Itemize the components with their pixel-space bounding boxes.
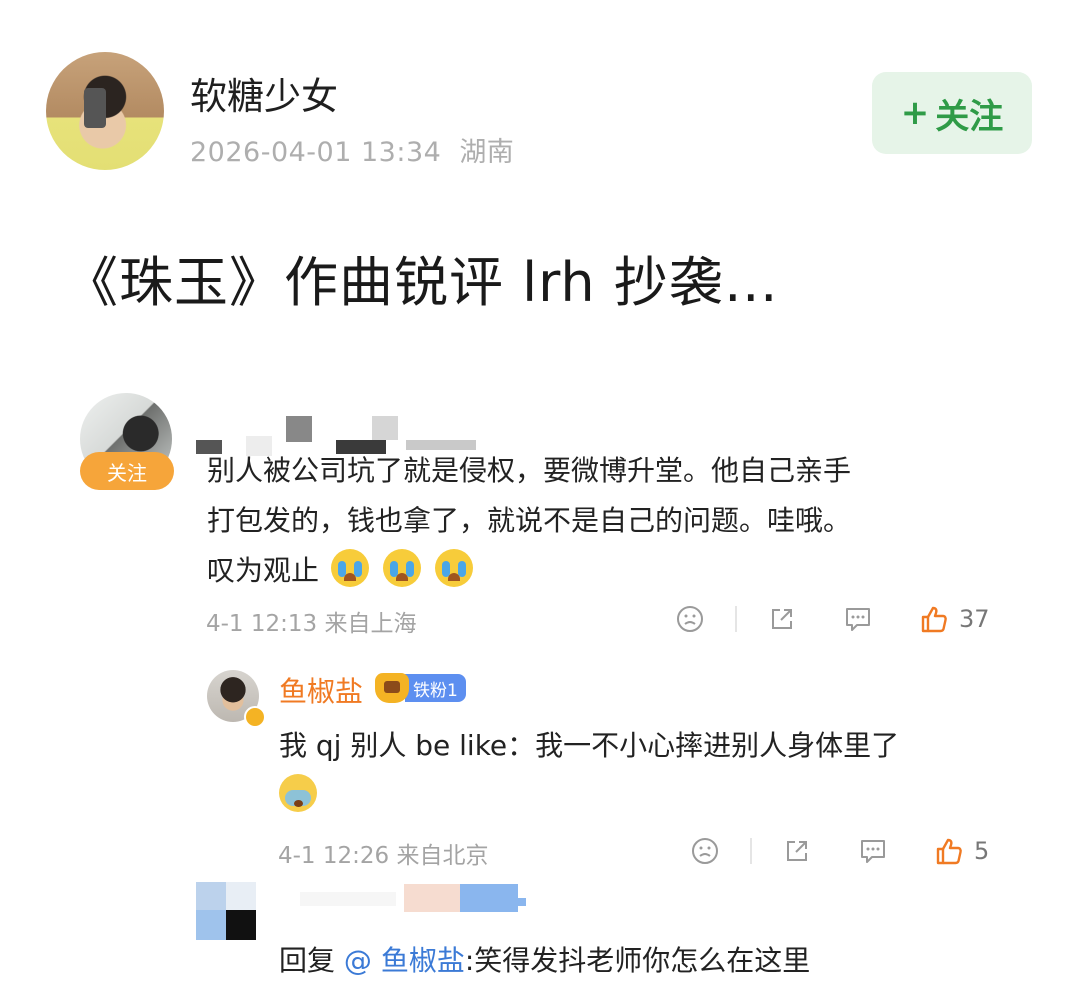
comment-meta: 4-1 12:13 来自上海 (206, 604, 416, 638)
author-avatar[interactable] (46, 52, 164, 170)
reply-line: 我 qj 别人 be like：我一不小心摔进别人身体里了 (279, 729, 900, 762)
fan-badge-label: 铁粉1 (405, 674, 466, 702)
cry-emoji-icon (435, 549, 474, 587)
reply-location: 来自北京 (396, 843, 489, 869)
post-location: 湖南 (459, 137, 515, 168)
reply-body: :笑得发抖老师你怎么在这里 (464, 944, 811, 977)
comment-time: 4-1 12:13 (206, 611, 318, 637)
fan-badge: 铁粉1 (375, 673, 466, 703)
cry-emoji-icon (383, 549, 422, 587)
reply-meta: 4-1 12:26 来自北京 (278, 836, 488, 870)
plus-icon: + (900, 93, 930, 133)
replier-name[interactable]: 鱼椒盐 (279, 670, 363, 710)
like-count: 5 (974, 837, 990, 865)
reply-prefix: 回复 (279, 944, 336, 977)
dislike-face-icon[interactable] (675, 604, 705, 634)
comment-line-emoji: 叹为观止 (207, 546, 997, 596)
comment-line: 打包发的，钱也拿了，就说不是自己的问题。哇哦。 (207, 504, 852, 537)
commenter-follow-button[interactable]: 关注 (80, 452, 174, 490)
post-title: 《珠玉》作曲锐评 lrh 抄袭… (64, 251, 779, 314)
post-meta: 2026-04-01 13:34 湖南 (190, 130, 514, 169)
post-date: 2026-04-01 13:34 (190, 137, 442, 168)
follow-label: 关注 (935, 96, 1004, 137)
comment-line: 叹为观止 (207, 554, 320, 587)
like-thumb-icon[interactable] (934, 836, 964, 866)
reply-actions: 5 (690, 836, 989, 866)
divider (735, 606, 737, 632)
comment-location: 来自上海 (324, 611, 417, 637)
dislike-face-icon[interactable] (690, 836, 720, 866)
author-name[interactable]: 软糖少女 (190, 66, 338, 120)
comment-line: 别人被公司坑了就是侵权，要微博升堂。他自己亲手 (207, 454, 852, 487)
reply-text: 我 qj 别人 be like：我一不小心摔进别人身体里了 (279, 721, 999, 821)
redacted-avatar[interactable] (196, 882, 256, 940)
crown-icon (375, 673, 409, 703)
sob-emoji-icon (279, 774, 317, 812)
share-icon[interactable] (782, 836, 812, 866)
redacted-username (300, 884, 530, 914)
comment-actions: 37 (675, 604, 990, 634)
cry-emoji-icon (331, 549, 370, 587)
comment-text: 别人被公司坑了就是侵权，要微博升堂。他自己亲手 打包发的，钱也拿了，就说不是自己… (207, 446, 997, 596)
follow-button[interactable]: + 关注 (872, 72, 1032, 154)
mention-link[interactable]: @ 鱼椒盐 (344, 944, 465, 977)
reply-text: 回复 @ 鱼椒盐:笑得发抖老师你怎么在这里 (279, 936, 810, 986)
reply-time: 4-1 12:26 (278, 843, 390, 869)
share-icon[interactable] (767, 604, 797, 634)
comment-icon[interactable] (858, 836, 888, 866)
divider (750, 838, 752, 864)
comment-icon[interactable] (843, 604, 873, 634)
like-thumb-icon[interactable] (919, 604, 949, 634)
like-count: 37 (959, 605, 990, 633)
verified-badge-icon (244, 706, 266, 728)
